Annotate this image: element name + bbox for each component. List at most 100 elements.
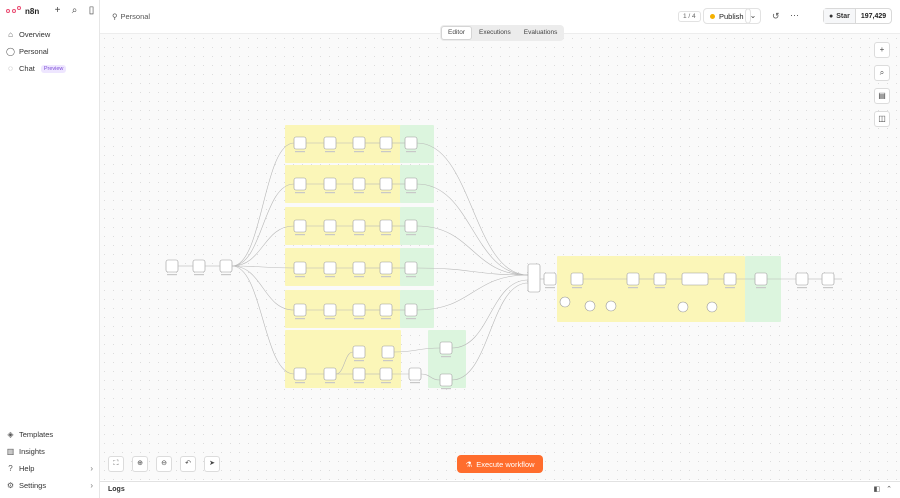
workflow-node (404, 177, 418, 191)
logs-label: Logs (108, 486, 125, 493)
logs-detach-icon[interactable]: ◧ (874, 485, 881, 493)
node-caption (354, 382, 364, 384)
sidebar-item-templates[interactable]: ◈ Templates (6, 430, 53, 439)
sidebar-item-personal[interactable]: ◯ Personal (6, 47, 49, 56)
sticky-note-button[interactable]: ▤ (874, 88, 890, 104)
sidebar-item-label: Overview (19, 30, 51, 39)
tab-evaluations[interactable]: Evaluations (518, 26, 564, 40)
zoom-in-button[interactable]: ⊕ (132, 456, 148, 472)
connection-line (231, 183, 295, 267)
sidebar-item-label: Templates (19, 430, 54, 439)
workflow-node (293, 367, 307, 381)
insights-icon: ▥ (6, 447, 15, 456)
workflow-node (379, 261, 393, 275)
add-node-button[interactable]: + (874, 42, 890, 58)
sidebar-item-label: Help (19, 464, 35, 473)
logs-panel[interactable]: Logs ◧ ⌃ (100, 481, 900, 498)
breadcrumb[interactable]: ⚲ Personal (112, 12, 150, 21)
preview-badge: Preview (40, 64, 67, 73)
node-caption (406, 318, 416, 320)
connection-line (231, 142, 295, 267)
tab-editor[interactable]: Editor (441, 26, 472, 40)
node-caption (628, 287, 638, 289)
tab-executions[interactable]: Executions (473, 26, 517, 40)
merge-node (527, 263, 541, 293)
node-caption (406, 151, 416, 153)
workflow-node (404, 219, 418, 233)
sub-node (584, 300, 596, 312)
node-caption (381, 234, 391, 236)
gear-icon: ⚙ (6, 481, 15, 490)
settings-chevron-icon[interactable]: › (90, 481, 93, 490)
node-caption (295, 276, 305, 278)
workflow-node (352, 219, 366, 233)
help-icon: ? (8, 464, 13, 473)
publish-options-button[interactable]: ⌄ (745, 8, 761, 24)
sidebar-item-label: Personal (19, 47, 49, 56)
node-caption (167, 274, 177, 276)
node-caption (725, 287, 735, 289)
brand-name: n8n (25, 6, 40, 16)
node-caption (325, 234, 335, 236)
help-chevron-icon[interactable]: › (90, 464, 93, 473)
node-caption (295, 192, 305, 194)
history-icon[interactable]: ↺ (772, 11, 780, 22)
workflow-node (323, 219, 337, 233)
sub-node (677, 301, 689, 313)
node-caption (441, 388, 451, 390)
breadcrumb-project: Personal (120, 12, 151, 21)
view-tabs: Editor Executions Evaluations (440, 25, 565, 41)
workflow-node (293, 136, 307, 150)
node-caption (295, 151, 305, 153)
workflow-node (821, 272, 835, 286)
workflow-node (192, 259, 206, 273)
logs-expand-icon[interactable]: ⌃ (886, 485, 892, 493)
pointer-tool-button[interactable]: ➤ (204, 456, 220, 472)
node-caption (325, 382, 335, 384)
undo-button[interactable]: ↶ (180, 456, 196, 472)
search-icon[interactable]: ⌕ (70, 6, 79, 16)
workflow-node (439, 373, 453, 387)
star-label: Star (836, 12, 850, 20)
workflow-node (404, 261, 418, 275)
node-caption (406, 192, 416, 194)
zoom-out-button[interactable]: ⊖ (156, 456, 172, 472)
brand[interactable]: n8n (6, 6, 39, 16)
search-nodes-button[interactable]: ⌕ (874, 65, 890, 81)
execute-label: Execute workflow (476, 459, 535, 469)
workflow-node (293, 261, 307, 275)
node-caption (295, 234, 305, 236)
workflow-node (323, 136, 337, 150)
sidebar-item-help[interactable]: ? Help (6, 464, 34, 473)
workflow-canvas[interactable] (100, 34, 900, 480)
github-star-button[interactable]: ● Star 197,429 (823, 8, 893, 24)
node-caption (410, 382, 420, 384)
workflow-node (381, 345, 395, 359)
sub-node (605, 300, 617, 312)
sidebar-item-overview[interactable]: ⌂ Overview (6, 30, 50, 39)
workflow-node (723, 272, 737, 286)
publish-button[interactable]: Publish (703, 8, 751, 24)
more-options-icon[interactable]: ⋯ (790, 10, 799, 21)
workflow-node (293, 177, 307, 191)
workflow-node (219, 259, 233, 273)
github-icon: ● (829, 12, 834, 20)
workflow-node (379, 136, 393, 150)
sidebar-item-label: Settings (19, 481, 47, 490)
sidebar-toggle-icon[interactable]: ▯ (87, 6, 96, 16)
workflow-node (352, 345, 366, 359)
panel-toggle-button[interactable]: ◫ (874, 111, 890, 127)
workflow-node (352, 177, 366, 191)
sidebar-item-settings[interactable]: ⚙ Settings (6, 481, 46, 490)
sidebar-item-chat[interactable]: ◌ Chat Preview (6, 64, 67, 73)
workflow-node (379, 303, 393, 317)
plus-icon[interactable]: + (53, 6, 62, 16)
node-caption (441, 356, 451, 358)
publish-label: Publish (719, 11, 744, 21)
node-caption (756, 287, 766, 289)
fit-view-button[interactable]: ⛶ (108, 456, 124, 472)
workflow-graph (165, 125, 842, 390)
home-icon: ⌂ (8, 30, 13, 39)
sidebar-item-insights[interactable]: ▥ Insights (6, 447, 45, 456)
execute-workflow-button[interactable]: ⚗ Execute workflow (457, 455, 543, 473)
